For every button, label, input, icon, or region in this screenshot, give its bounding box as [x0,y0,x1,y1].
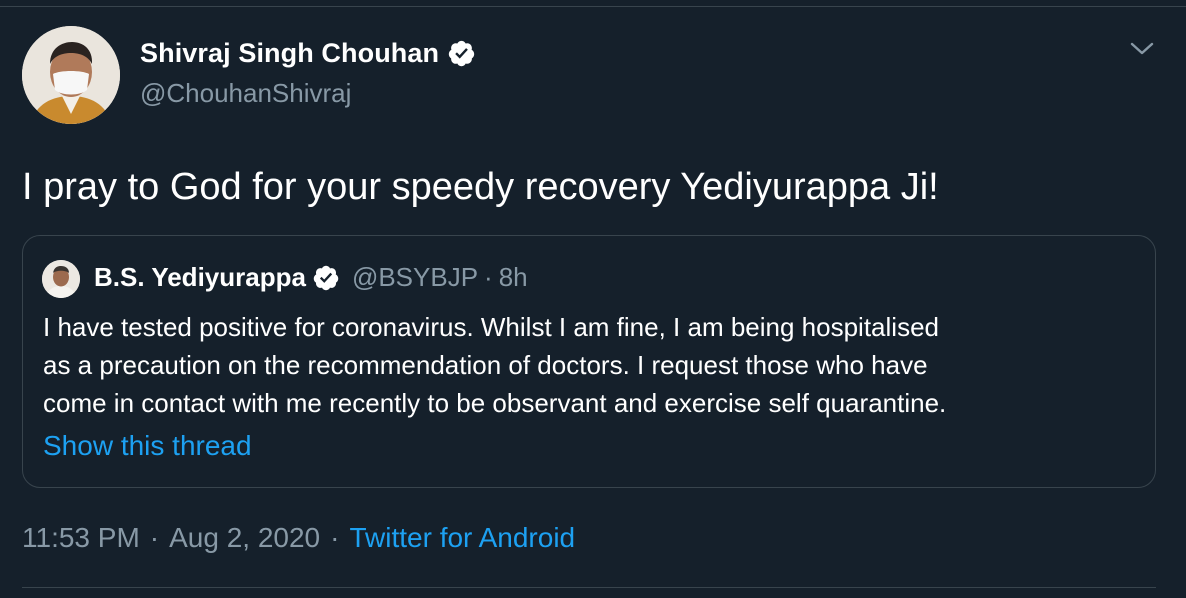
bottom-divider [22,587,1156,588]
chevron-down-icon[interactable] [1128,38,1156,60]
quoted-tweet-line: I have tested positive for coronavirus. … [43,312,939,342]
quoted-author-name[interactable]: B.S. Yediyurappa [94,262,306,293]
quoted-tweet-line: as a precaution on the recommendation of… [43,350,928,380]
header-separator: · [484,262,493,292]
quoted-tweet-card[interactable]: B.S. Yediyurappa @BSYBJP · 8h I have tes… [22,235,1156,488]
quoted-tweet-age[interactable]: 8h [499,262,528,293]
tweet-date[interactable]: Aug 2, 2020 [169,522,320,554]
quoted-tweet-text: I have tested positive for coronavirus. … [43,308,1143,422]
quoted-author-avatar[interactable] [42,260,80,298]
tweet-source-link[interactable]: Twitter for Android [349,522,575,554]
tweet-time[interactable]: 11:53 PM [22,522,140,554]
verified-badge-icon [448,40,475,67]
author-name-text: Shivraj Singh Chouhan [140,38,440,68]
show-thread-link[interactable]: Show this thread [43,430,252,462]
author-handle[interactable]: @ChouhanShivraj [140,78,351,109]
author-name[interactable]: Shivraj Singh Chouhan [140,38,476,69]
meta-separator: · [330,522,340,553]
tweet-metadata: 11:53 PM · Aug 2, 2020 · Twitter for And… [22,522,575,554]
verified-badge-icon [313,265,339,290]
meta-separator: · [149,522,160,553]
author-avatar[interactable] [22,26,120,124]
quoted-author-handle[interactable]: @BSYBJP [352,262,478,293]
quoted-author-avatar-image [42,260,80,298]
quoted-tweet-line: come in contact with me recently to be o… [43,388,947,418]
author-avatar-image [22,26,120,124]
tweet-text: I pray to God for your speedy recovery Y… [22,166,939,208]
quoted-tweet-header: B.S. Yediyurappa @BSYBJP · 8h [94,262,528,293]
top-divider [0,6,1186,7]
